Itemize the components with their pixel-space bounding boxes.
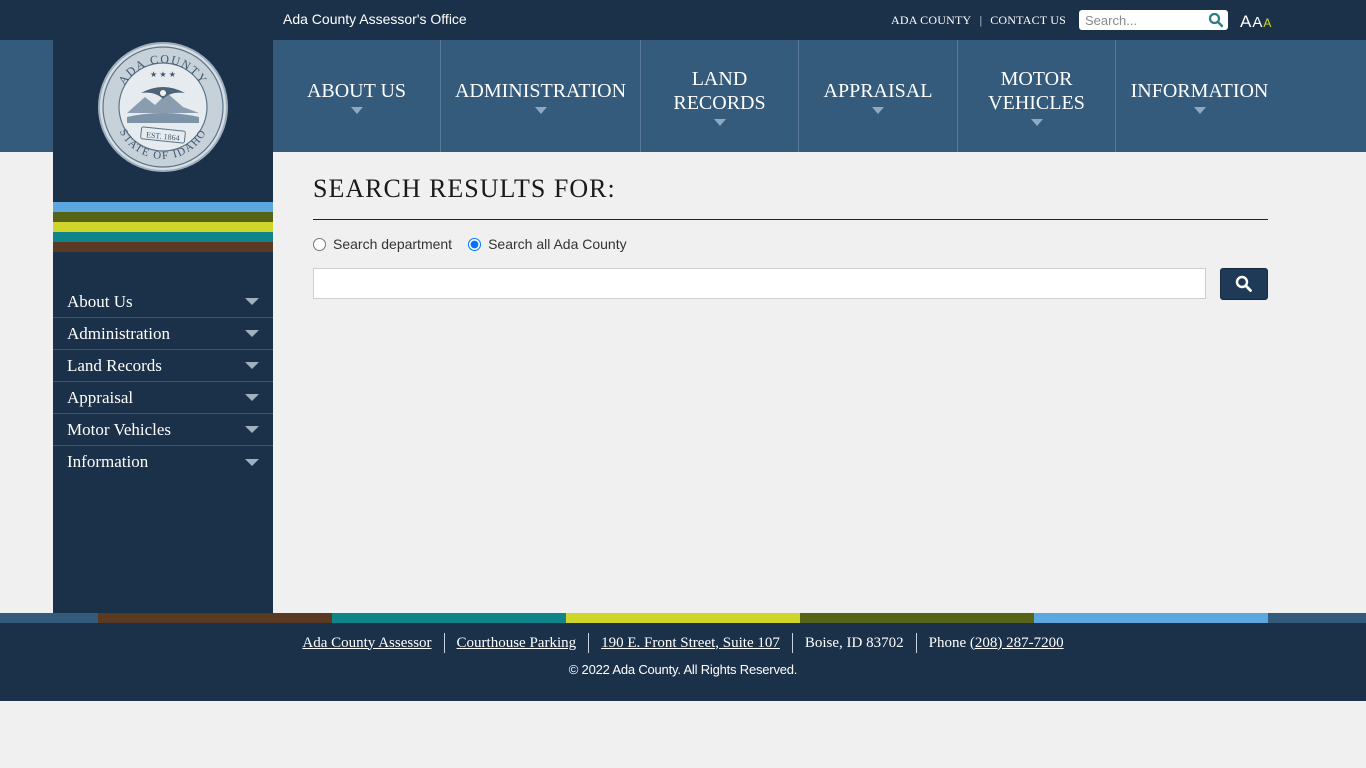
chevron-down-icon[interactable] bbox=[245, 394, 259, 401]
office-name: Ada County Assessor's Office bbox=[283, 11, 467, 27]
radio-label: Search department bbox=[333, 236, 453, 252]
nav-land-records[interactable]: LAND RECORDS bbox=[641, 40, 799, 152]
radio-all-input[interactable] bbox=[468, 237, 482, 251]
divider bbox=[588, 633, 590, 653]
sidebar-item-label: About Us bbox=[67, 291, 133, 311]
search-icon bbox=[1235, 275, 1252, 292]
page-title: SEARCH RESULTS FOR: bbox=[313, 174, 616, 203]
site-search bbox=[1079, 10, 1228, 30]
sidebar-item-label: Land Records bbox=[67, 355, 162, 375]
top-links: ADA COUNTY | CONTACT US bbox=[891, 13, 1066, 28]
chevron-down-icon bbox=[872, 106, 884, 114]
footer: Ada County Assessor Courthouse Parking 1… bbox=[0, 623, 1366, 701]
footer-parking-link[interactable]: Courthouse Parking bbox=[457, 635, 577, 652]
nav-appraisal[interactable]: APPRAISAL bbox=[799, 40, 958, 152]
sidebar-item-label: Motor Vehicles bbox=[67, 419, 172, 439]
nav-label: ABOUT US bbox=[306, 79, 407, 102]
footer-phone-label: Phone bbox=[928, 634, 967, 651]
sidebar-item-label: Administration bbox=[67, 323, 170, 343]
chevron-down-icon[interactable] bbox=[245, 362, 259, 369]
sidebar-item-appraisal[interactable]: Appraisal bbox=[53, 382, 273, 414]
chevron-down-icon[interactable] bbox=[245, 330, 259, 337]
footer-assessor-link[interactable]: Ada County Assessor bbox=[302, 635, 431, 652]
top-bar: Ada County Assessor's Office ADA COUNTY … bbox=[0, 0, 1366, 40]
font-size-controls: A A A bbox=[1240, 12, 1271, 32]
chevron-down-icon bbox=[534, 106, 547, 114]
font-size-medium[interactable]: A bbox=[1252, 14, 1262, 31]
chevron-down-icon bbox=[1030, 118, 1043, 126]
search-scope-radios: Search department Search all Ada County bbox=[313, 236, 643, 252]
radio-department-input[interactable] bbox=[313, 237, 326, 251]
main-nav: ABOUT US ADMINISTRATION LAND RECORDS APP… bbox=[273, 40, 1283, 152]
sidebar-item-administration[interactable]: Administration bbox=[53, 318, 273, 350]
sidebar-item-information[interactable]: Information bbox=[53, 446, 273, 478]
nav-label: INFORMATION bbox=[1130, 79, 1269, 102]
ada-county-link[interactable]: ADA COUNTY bbox=[891, 13, 971, 28]
font-size-small[interactable]: A bbox=[1263, 16, 1271, 30]
search-results-input[interactable] bbox=[313, 268, 1206, 299]
search-submit-button[interactable] bbox=[1220, 268, 1268, 300]
footer-color-stripe bbox=[0, 613, 1366, 623]
chevron-down-icon[interactable] bbox=[245, 426, 259, 433]
radio-search-department[interactable]: Search department bbox=[313, 236, 452, 252]
font-size-large[interactable]: A bbox=[1240, 12, 1251, 32]
county-seal-logo[interactable]: ADA COUNTY STATE OF IDAHO ★ ★ ★ EST. 186… bbox=[97, 41, 229, 173]
chevron-down-icon bbox=[350, 106, 363, 114]
nav-administration[interactable]: ADMINISTRATION bbox=[441, 40, 641, 152]
nav-label: ADMINISTRATION bbox=[454, 79, 627, 102]
nav-motor-vehicles[interactable]: MOTOR VEHICLES bbox=[958, 40, 1116, 152]
divider bbox=[443, 633, 445, 653]
nav-information[interactable]: INFORMATION bbox=[1116, 40, 1283, 152]
chevron-down-icon[interactable] bbox=[245, 458, 259, 466]
divider bbox=[313, 219, 1268, 220]
sidebar-item-motor-vehicles[interactable]: Motor Vehicles bbox=[53, 414, 273, 446]
sidebar-item-label: Information bbox=[67, 452, 149, 471]
copyright: © 2022 Ada County. All Rights Reserved. bbox=[568, 662, 798, 677]
footer-links: Ada County Assessor Courthouse Parking 1… bbox=[0, 633, 1366, 653]
chevron-down-icon bbox=[713, 118, 726, 126]
sidebar-item-land-records[interactable]: Land Records bbox=[53, 350, 273, 382]
nav-about-us[interactable]: ABOUT US bbox=[273, 40, 441, 152]
nav-label: APPRAISAL bbox=[823, 79, 933, 102]
svg-text:★ ★ ★: ★ ★ ★ bbox=[150, 70, 176, 79]
side-nav: About Us Administration Land Records App… bbox=[53, 286, 273, 478]
color-stripes bbox=[53, 202, 273, 252]
divider bbox=[915, 633, 917, 653]
chevron-down-icon[interactable] bbox=[245, 298, 259, 305]
footer-city: Boise, ID 83702 bbox=[804, 634, 904, 651]
chevron-down-icon bbox=[1193, 106, 1206, 114]
nav-label: MOTOR VEHICLES bbox=[988, 67, 1085, 114]
site-search-input[interactable] bbox=[1085, 11, 1203, 29]
radio-label: Search all Ada County bbox=[488, 236, 627, 252]
footer-address-link[interactable]: 190 E. Front Street, Suite 107 bbox=[601, 635, 780, 652]
sidebar-item-about-us[interactable]: About Us bbox=[53, 286, 273, 318]
nav-label: LAND RECORDS bbox=[673, 67, 766, 114]
contact-us-link[interactable]: CONTACT US bbox=[990, 13, 1066, 28]
radio-search-all[interactable]: Search all Ada County bbox=[468, 236, 627, 252]
divider bbox=[791, 633, 793, 653]
search-icon[interactable] bbox=[1208, 12, 1224, 28]
footer-phone-link[interactable]: (208) 287-7200 bbox=[970, 635, 1064, 652]
divider: | bbox=[979, 14, 983, 27]
sidebar-item-label: Appraisal bbox=[67, 387, 134, 407]
